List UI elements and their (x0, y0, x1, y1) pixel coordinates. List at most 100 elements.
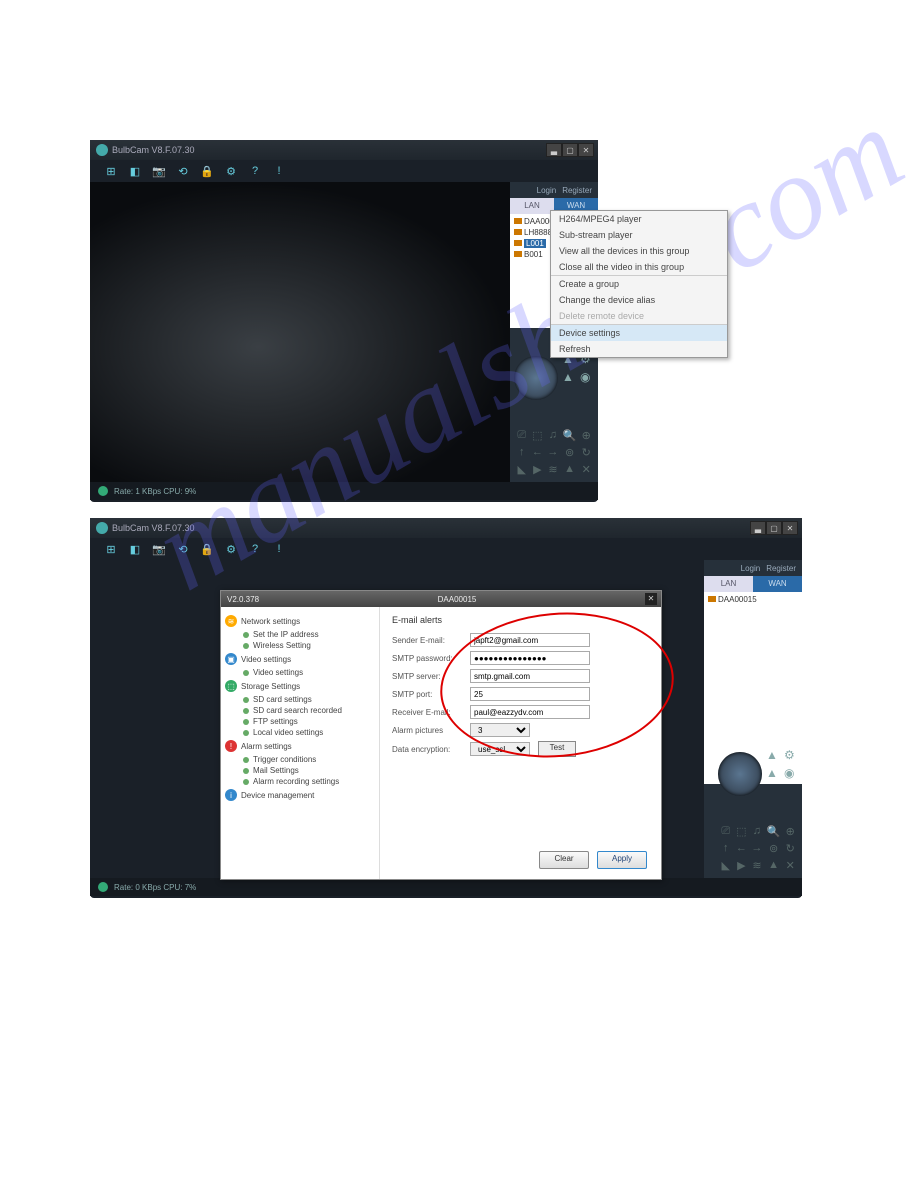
tree-item[interactable]: Alarm recording settings (243, 776, 375, 787)
camera-icon[interactable]: 📷 (152, 542, 166, 556)
help-icon[interactable]: ? (248, 164, 262, 178)
target-icon[interactable]: ⊚ (767, 842, 781, 855)
info-icon[interactable]: ! (272, 542, 286, 556)
lock-icon[interactable]: 🔒 (200, 164, 214, 178)
ptz-wheel[interactable] (718, 752, 762, 796)
wrench-icon[interactable]: ✕ (580, 463, 592, 476)
rotate-icon[interactable]: ↻ (784, 842, 796, 855)
close-button[interactable]: ✕ (782, 521, 798, 535)
ctx-item[interactable]: Change the device alias (551, 292, 727, 308)
play-icon[interactable]: ▶ (532, 463, 544, 476)
warning-icon[interactable]: ▲ (766, 766, 780, 780)
tree-item[interactable]: Local video settings (243, 727, 375, 738)
play-icon[interactable]: ▶ (736, 859, 748, 872)
encryption-select[interactable]: use_ssl (470, 742, 530, 756)
refresh-icon[interactable]: ⟲ (176, 164, 190, 178)
gear-icon[interactable]: ⚙ (784, 748, 798, 762)
register-link[interactable]: Register (562, 186, 592, 195)
ctx-item[interactable]: Sub-stream player (551, 227, 727, 243)
tree-item[interactable]: SD card settings (243, 694, 375, 705)
tree-video[interactable]: ▣Video settings (225, 651, 375, 667)
refresh-icon[interactable]: ⟲ (176, 542, 190, 556)
film-icon[interactable]: ⬚ (736, 825, 748, 838)
bulb-icon[interactable]: ◉ (784, 766, 798, 780)
tab-lan[interactable]: LAN (704, 576, 753, 592)
headset-icon[interactable]: ♫ (751, 825, 763, 838)
headset-icon[interactable]: ♫ (547, 429, 559, 442)
warning-icon[interactable]: ▲ (562, 370, 576, 384)
lock-icon[interactable]: 🔒 (200, 542, 214, 556)
ctx-item[interactable]: Create a group (551, 276, 727, 292)
login-link[interactable]: Login (537, 186, 557, 195)
tree-item[interactable]: Mail Settings (243, 765, 375, 776)
cam-icon[interactable]: ⎚ (720, 825, 732, 838)
tree-item[interactable]: Trigger conditions (243, 754, 375, 765)
film-icon[interactable]: ⬚ (532, 429, 544, 442)
wifi-icon[interactable]: ≋ (547, 463, 559, 476)
gear-icon[interactable]: ⚙ (224, 164, 238, 178)
up-icon[interactable]: ↑ (720, 842, 732, 855)
help-icon[interactable]: ? (248, 542, 262, 556)
bulb-icon[interactable]: ◉ (580, 370, 594, 384)
left-icon[interactable]: ← (532, 446, 544, 459)
ctx-device-settings[interactable]: Device settings (551, 325, 727, 341)
gear-icon[interactable]: ⚙ (224, 542, 238, 556)
test-button[interactable]: Test (538, 741, 576, 757)
tree-network[interactable]: ≋Network settings (225, 613, 375, 629)
cam-icon[interactable]: ⎚ (516, 429, 528, 442)
ptz-wheel[interactable] (514, 356, 558, 400)
close-button[interactable]: ✕ (578, 143, 594, 157)
ctx-item[interactable]: Close all the video in this group (551, 259, 727, 275)
ctx-item[interactable]: View all the devices in this group (551, 243, 727, 259)
down-icon[interactable]: ◣ (516, 463, 528, 476)
up-icon[interactable]: ↑ (516, 446, 528, 459)
right-icon[interactable]: → (751, 842, 763, 855)
wifi-icon[interactable]: ≋ (751, 859, 763, 872)
right-icon[interactable]: → (547, 446, 559, 459)
grid-icon[interactable]: ⊞ (104, 542, 118, 556)
smtp-pass-input[interactable] (470, 651, 590, 665)
rotate-icon[interactable]: ↻ (580, 446, 592, 459)
tree-alarm[interactable]: !Alarm settings (225, 738, 375, 754)
tree-item[interactable]: FTP settings (243, 716, 375, 727)
layout-icon[interactable]: ◧ (128, 542, 142, 556)
apply-button[interactable]: Apply (597, 851, 647, 869)
tree-device-mgmt[interactable]: iDevice management (225, 787, 375, 803)
camera-icon[interactable]: 📷 (152, 164, 166, 178)
search-icon[interactable]: 🔍 (563, 429, 577, 442)
aperture-icon[interactable]: ⊕ (784, 825, 796, 838)
chevron-up-icon[interactable]: ▲ (563, 463, 577, 476)
minimize-button[interactable]: ▃ (546, 143, 562, 157)
tree-item[interactable]: Set the IP address (243, 629, 375, 640)
maximize-button[interactable]: ▢ (562, 143, 578, 157)
tab-lan[interactable]: LAN (510, 198, 554, 214)
dialog-close-button[interactable]: ✕ (645, 593, 657, 605)
video-viewport[interactable] (90, 182, 510, 482)
login-link[interactable]: Login (741, 564, 761, 573)
clear-button[interactable]: Clear (539, 851, 589, 869)
layout-icon[interactable]: ◧ (128, 164, 142, 178)
wrench-icon[interactable]: ✕ (784, 859, 796, 872)
tree-item[interactable]: Video settings (243, 667, 375, 678)
ctx-item[interactable]: Refresh (551, 341, 727, 357)
left-icon[interactable]: ← (736, 842, 748, 855)
tree-item[interactable]: SD card search recorded (243, 705, 375, 716)
device-item[interactable]: DAA00015 (706, 594, 800, 605)
maximize-button[interactable]: ▢ (766, 521, 782, 535)
smtp-server-input[interactable] (470, 669, 590, 683)
search-icon[interactable]: 🔍 (767, 825, 781, 838)
aperture-icon[interactable]: ⊕ (580, 429, 592, 442)
tree-item[interactable]: Wireless Setting (243, 640, 375, 651)
target-icon[interactable]: ⊚ (563, 446, 577, 459)
register-link[interactable]: Register (766, 564, 796, 573)
grid-icon[interactable]: ⊞ (104, 164, 118, 178)
minimize-button[interactable]: ▃ (750, 521, 766, 535)
receiver-input[interactable] (470, 705, 590, 719)
smtp-port-input[interactable] (470, 687, 590, 701)
chevron-up-icon[interactable]: ▲ (767, 859, 781, 872)
down-icon[interactable]: ◣ (720, 859, 732, 872)
tab-wan[interactable]: WAN (753, 576, 802, 592)
ctx-item[interactable]: H264/MPEG4 player (551, 211, 727, 227)
info-icon[interactable]: ! (272, 164, 286, 178)
tree-storage[interactable]: ⬚Storage Settings (225, 678, 375, 694)
